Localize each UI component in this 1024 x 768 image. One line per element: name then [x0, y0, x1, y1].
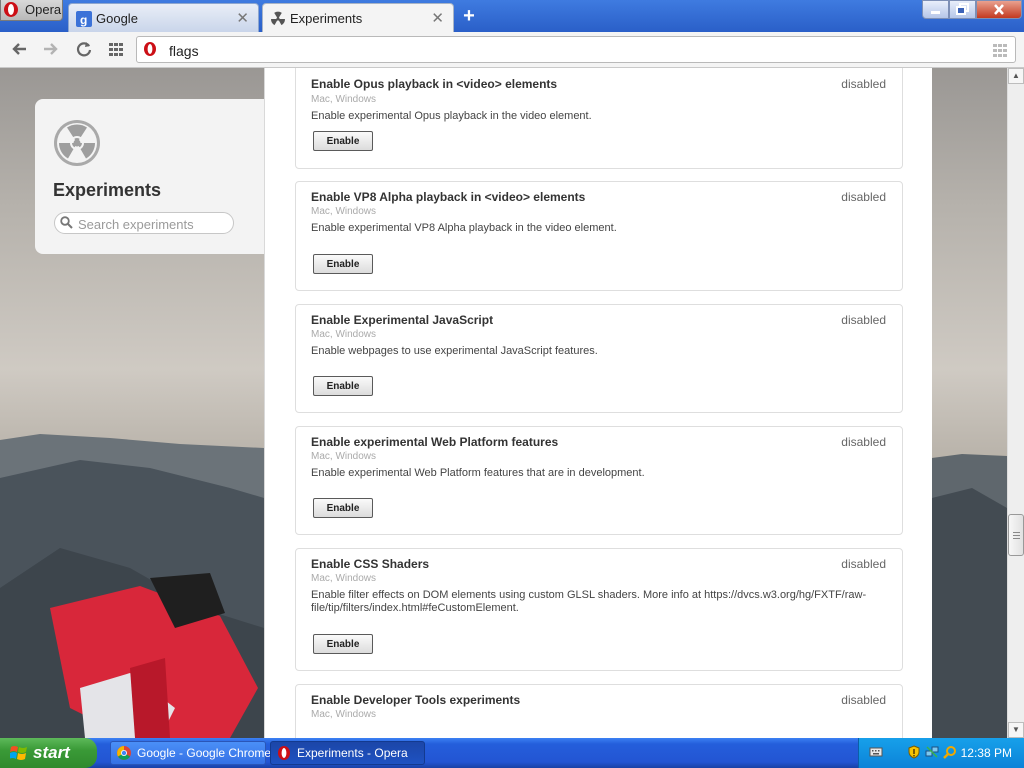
security-shield-icon[interactable] — [907, 745, 921, 759]
clock: 12:38 PM — [960, 746, 1012, 760]
experiment-card: Enable CSS Shaders disabled Mac, Windows… — [295, 548, 903, 671]
start-label: start — [33, 743, 70, 762]
experiment-platforms: Mac, Windows — [311, 94, 377, 105]
network-icon[interactable] — [925, 745, 939, 759]
page-content: Experiments Enable Opus playback in <vid… — [0, 68, 1007, 738]
opera-icon — [278, 746, 290, 760]
experiment-title: Enable Developer Tools experiments — [311, 693, 521, 707]
opera-menu-label: Opera — [25, 2, 62, 17]
close-window-button[interactable] — [976, 0, 1022, 19]
vertical-scrollbar[interactable]: ▲ ▼ — [1007, 68, 1024, 738]
grip-line — [1013, 532, 1020, 533]
opera-menu-button[interactable]: Opera — [0, 0, 63, 21]
experiment-platforms: Mac, Windows — [311, 573, 377, 584]
experiment-platforms: Mac, Windows — [311, 451, 377, 462]
enable-button[interactable]: Enable — [313, 634, 373, 654]
experiment-status: disabled — [841, 557, 886, 571]
experiment-description: Enable experimental Web Platform feature… — [311, 467, 645, 479]
experiment-status: disabled — [841, 313, 886, 327]
close-icon[interactable]: ✕ — [431, 9, 444, 27]
windows-taskbar: start Google - Google Chrome Experiments… — [0, 738, 1024, 768]
scroll-down-button[interactable]: ▼ — [1008, 722, 1024, 738]
minimize-icon — [931, 11, 940, 14]
radiation-favicon-icon — [270, 11, 286, 26]
window-title-bar: Opera g Google ✕ Experiments ✕ + — [0, 0, 1024, 32]
tab-google-label: Google — [96, 11, 138, 26]
browser-toolbar — [0, 32, 1024, 68]
taskbar-item-label: Experiments - Opera — [297, 746, 408, 760]
minimize-button[interactable] — [922, 0, 949, 19]
experiment-card: Enable Developer Tools experiments disab… — [295, 684, 903, 738]
scrollbar-thumb[interactable] — [1008, 514, 1024, 556]
google-favicon-icon: g — [76, 11, 92, 27]
opera-logo-icon — [4, 2, 18, 17]
experiment-description: Enable webpages to use experimental Java… — [311, 345, 598, 357]
svg-text:g: g — [80, 13, 87, 27]
experiment-title: Enable CSS Shaders — [311, 557, 430, 571]
experiment-card: Enable Experimental JavaScript disabled … — [295, 304, 903, 413]
back-icon[interactable] — [9, 38, 31, 60]
enable-button[interactable]: Enable — [313, 376, 373, 396]
enable-button[interactable]: Enable — [313, 254, 373, 274]
address-input[interactable] — [167, 40, 991, 61]
experiment-platforms: Mac, Windows — [311, 329, 377, 340]
reload-icon[interactable] — [73, 38, 95, 60]
enable-button[interactable]: Enable — [313, 498, 373, 518]
experiment-status: disabled — [841, 693, 886, 707]
tab-experiments-label: Experiments — [290, 11, 363, 26]
experiment-status: disabled — [841, 435, 886, 449]
apps-grid-icon[interactable] — [993, 43, 1007, 57]
experiment-description: Enable filter effects on DOM elements us… — [311, 589, 867, 614]
experiment-platforms: Mac, Windows — [311, 709, 377, 720]
experiment-status: disabled — [841, 190, 886, 204]
chrome-icon — [117, 746, 131, 760]
tab-google[interactable]: g Google ✕ — [68, 3, 259, 32]
start-button[interactable]: start — [0, 738, 97, 768]
experiments-list: Enable Opus playback in <video> elements… — [264, 68, 932, 738]
experiment-description: Enable experimental VP8 Alpha playback i… — [311, 222, 617, 234]
close-icon[interactable]: ✕ — [236, 9, 249, 27]
new-tab-button[interactable]: + — [458, 5, 480, 27]
keyboard-icon[interactable] — [869, 745, 883, 759]
taskbar-item-chrome[interactable]: Google - Google Chrome — [110, 741, 271, 765]
experiment-description: Enable experimental Opus playback in the… — [311, 110, 592, 122]
search-icon — [60, 216, 73, 229]
taskbar-item-label: Google - Google Chrome — [137, 746, 272, 760]
experiment-status: disabled — [841, 77, 886, 91]
radiation-icon — [54, 120, 100, 166]
background-landscape-right — [932, 454, 1007, 738]
experiment-title: Enable VP8 Alpha playback in <video> ele… — [311, 190, 586, 204]
address-bar[interactable] — [136, 36, 1016, 63]
enable-button[interactable]: Enable — [313, 131, 373, 151]
experiment-card: Enable experimental Web Platform feature… — [295, 426, 903, 535]
grip-line — [1013, 535, 1020, 536]
opera-o-icon — [144, 42, 156, 56]
taskbar-item-opera[interactable]: Experiments - Opera — [270, 741, 425, 765]
scroll-up-button[interactable]: ▲ — [1008, 68, 1024, 84]
restore-icon — [956, 3, 969, 15]
experiment-title: Enable experimental Web Platform feature… — [311, 435, 559, 449]
experiment-card: Enable VP8 Alpha playback in <video> ele… — [295, 181, 903, 291]
experiment-card: Enable Opus playback in <video> elements… — [295, 68, 903, 169]
windows-flag-icon — [10, 746, 27, 760]
system-tray: 12:38 PM — [858, 738, 1024, 768]
experiments-sidebar: Experiments — [35, 99, 264, 254]
tab-experiments[interactable]: Experiments ✕ — [262, 3, 454, 32]
restore-button[interactable] — [949, 0, 976, 19]
search-box[interactable] — [54, 212, 234, 234]
speed-dial-icon[interactable] — [105, 38, 127, 60]
search-icon[interactable] — [943, 745, 957, 759]
close-window-icon — [994, 4, 1004, 15]
forward-icon[interactable] — [39, 38, 61, 60]
grip-line — [1013, 538, 1020, 539]
search-input[interactable] — [76, 215, 230, 233]
experiment-platforms: Mac, Windows — [311, 206, 377, 217]
page-title: Experiments — [53, 180, 162, 200]
experiment-title: Enable Experimental JavaScript — [311, 313, 494, 327]
experiment-title: Enable Opus playback in <video> elements — [311, 77, 558, 91]
